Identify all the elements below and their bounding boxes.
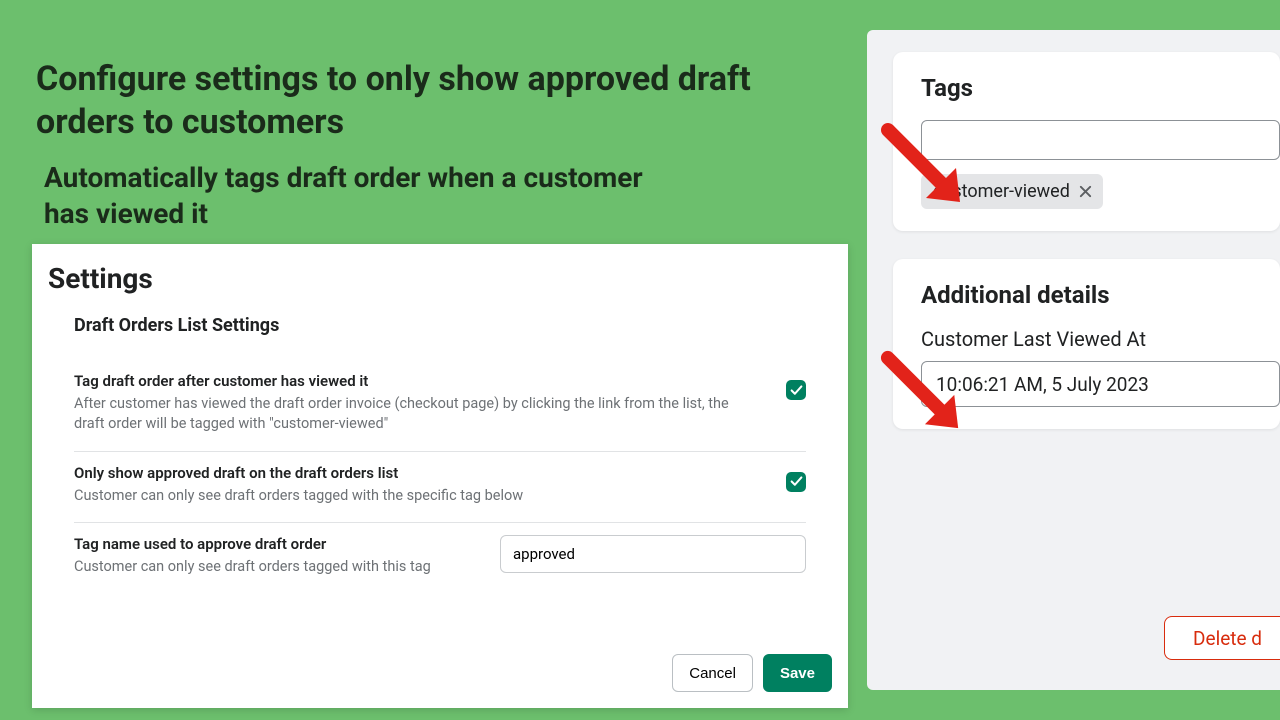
tag-chip-label: customer-viewed <box>933 181 1070 202</box>
setting-row-tag-after-view: Tag draft order after customer has viewe… <box>74 360 806 452</box>
settings-title: Settings <box>32 244 848 305</box>
setting-label: Only show approved draft on the draft or… <box>74 464 762 482</box>
detail-label: Customer Last Viewed At <box>921 327 1280 351</box>
settings-panel: Settings Draft Orders List Settings Tag … <box>32 244 848 708</box>
setting-row-only-approved: Only show approved draft on the draft or… <box>74 452 806 523</box>
tags-card-title: Tags <box>921 74 1280 102</box>
tags-input[interactable] <box>921 120 1280 160</box>
cancel-button[interactable]: Cancel <box>672 654 753 692</box>
setting-desc: Customer can only see draft orders tagge… <box>74 557 484 577</box>
details-card-title: Additional details <box>921 281 1280 309</box>
tag-chip-customer-viewed[interactable]: customer-viewed <box>921 174 1103 209</box>
check-icon <box>790 384 803 397</box>
setting-label: Tag draft order after customer has viewe… <box>74 372 762 390</box>
delete-button[interactable]: Delete d <box>1164 616 1280 660</box>
page-headline: Configure settings to only show approved… <box>36 58 796 143</box>
close-icon[interactable] <box>1078 184 1093 199</box>
section-title: Draft Orders List Settings <box>74 315 806 336</box>
save-button[interactable]: Save <box>763 654 832 692</box>
check-icon <box>790 475 803 488</box>
setting-desc: After customer has viewed the draft orde… <box>74 394 762 435</box>
detail-value: 10:06:21 AM, 5 July 2023 <box>921 361 1280 407</box>
additional-details-card: Additional details Customer Last Viewed … <box>893 259 1280 429</box>
tag-name-input[interactable] <box>500 535 806 573</box>
checkbox-tag-after-view[interactable] <box>786 380 806 400</box>
order-sidebar-preview: Tags customer-viewed Additional details … <box>867 30 1280 690</box>
checkbox-only-approved[interactable] <box>786 472 806 492</box>
page-subhead: Automatically tags draft order when a cu… <box>44 160 684 233</box>
setting-row-tag-name: Tag name used to approve draft order Cus… <box>74 523 806 577</box>
tags-card: Tags customer-viewed <box>893 52 1280 231</box>
setting-label: Tag name used to approve draft order <box>74 535 484 553</box>
setting-desc: Customer can only see draft orders tagge… <box>74 486 762 506</box>
